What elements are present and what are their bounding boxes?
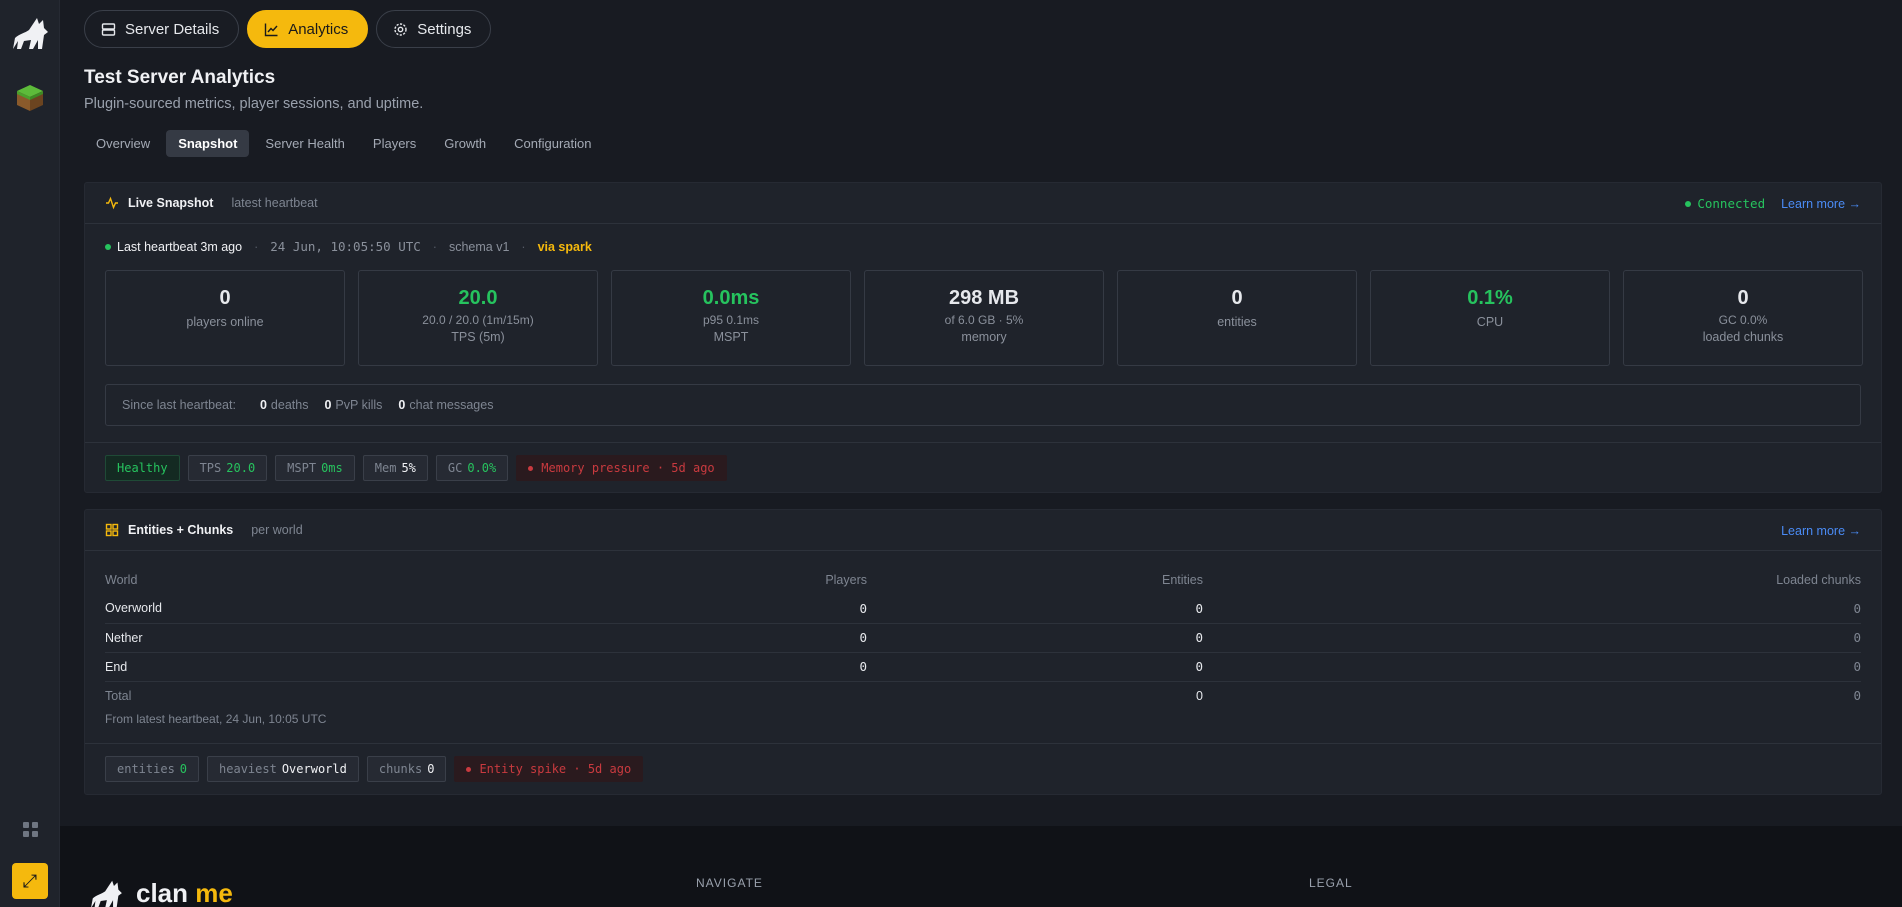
wolf-logo-icon	[91, 880, 122, 907]
panel-title: Entities + Chunks	[128, 523, 234, 537]
sidebar: ⤢	[0, 0, 60, 907]
expand-icon[interactable]: ⤢	[12, 863, 48, 899]
subtab-growth[interactable]: Growth	[432, 130, 498, 157]
source-badge: via spark	[537, 239, 592, 254]
chart-line-icon	[265, 23, 278, 36]
table-row: Nether 0 0 0	[105, 623, 1861, 653]
col-players: Players	[825, 573, 867, 587]
heartbeat-timestamp: 24 Jun, 10:05:50 UTC	[270, 239, 421, 254]
tab-settings[interactable]: Settings	[376, 10, 492, 48]
tab-label: Server Details	[125, 20, 220, 38]
top-tabs: Server Details Analytics Settings	[84, 10, 492, 48]
stat-players-online: 0 players online	[105, 270, 345, 366]
divider	[85, 743, 1881, 744]
footer: clan me NAVIGATE LEGAL	[60, 826, 1902, 907]
learn-more-link[interactable]: Learn more →	[1781, 197, 1861, 211]
stat-tps: 20.0 20.0 / 20.0 (1m/15m) TPS (5m)	[358, 270, 598, 366]
since-last-heartbeat: Since last heartbeat: 0 deaths 0 PvP kills…	[105, 384, 1861, 426]
table-row: End 0 0 0	[105, 652, 1861, 682]
tab-server-details[interactable]: Server Details	[84, 10, 240, 48]
chunks-pill: chunks 0	[366, 756, 447, 782]
stat-loaded-chunks: 0 GC 0.0% loaded chunks	[1623, 270, 1863, 366]
table-header-row: World Players Entities Loaded chunks	[105, 566, 1861, 594]
stat-cpu: 0.1% CPU	[1370, 270, 1610, 366]
footer-brand[interactable]: clan me	[84, 878, 233, 907]
learn-more-link[interactable]: Learn more →	[1781, 524, 1861, 538]
stat-cards: 0 players online 20.0 20.0 / 20.0 (1m/15…	[105, 270, 1863, 366]
heartbeat-text: Last heartbeat 3m ago	[117, 239, 243, 254]
grid-icon	[105, 523, 119, 537]
schema-version: schema v1	[448, 239, 510, 254]
tps-pill: TPS 20.0	[187, 455, 268, 481]
mem-pill: Mem 5%	[362, 455, 428, 481]
tab-label: Analytics	[288, 20, 349, 38]
alert-dot	[466, 766, 472, 772]
since-pvp-kills: 0 PvP kills	[324, 398, 383, 412]
col-loaded-chunks: Loaded chunks	[1776, 573, 1861, 587]
entity-pills: entities 0 heaviest Overworld chunks 0 Enti…	[105, 756, 644, 782]
worlds-table: World Players Entities Loaded chunks Ove…	[105, 566, 1861, 710]
alert-dot	[528, 465, 534, 471]
footer-legal-heading: LEGAL	[1309, 876, 1353, 890]
subtab-players[interactable]: Players	[361, 130, 428, 157]
server-icon	[101, 22, 116, 36]
grass-block-icon[interactable]	[15, 83, 45, 113]
panel-header: Live Snapshot latest heartbeat Connected…	[85, 183, 1881, 224]
tab-label: Settings	[417, 20, 472, 38]
analytics-subtabs: Overview Snapshot Server Health Players …	[84, 130, 604, 157]
entity-spike-alert[interactable]: Entity spike · 5d ago	[454, 756, 644, 782]
live-snapshot-panel: Live Snapshot latest heartbeat Connected…	[84, 182, 1882, 493]
table-row: Overworld 0 0 0	[105, 594, 1861, 624]
divider	[85, 442, 1881, 443]
stat-memory: 298 MB of 6.0 GB · 5% memory	[864, 270, 1104, 366]
panel-subtitle: per world	[251, 523, 303, 537]
page-title: Test Server Analytics	[84, 67, 276, 88]
health-pills: Healthy TPS 20.0 MSPT 0ms Mem 5% GC 0.0% Mem…	[105, 455, 727, 481]
stat-mspt: 0.0ms p95 0.1ms MSPT	[611, 270, 851, 366]
mspt-pill: MSPT 0ms	[275, 455, 355, 481]
table-total-row: Total 0 0	[105, 688, 1861, 704]
healthy-badge: Healthy	[105, 455, 180, 481]
subtab-snapshot[interactable]: Snapshot	[166, 130, 250, 157]
subtab-overview[interactable]: Overview	[84, 130, 162, 157]
heartbeat-dot	[105, 243, 111, 250]
since-chat-messages: 0 chat messages	[398, 398, 494, 412]
activity-icon	[106, 196, 118, 210]
tab-analytics[interactable]: Analytics	[247, 10, 369, 48]
gc-pill: GC 0.0%	[435, 455, 509, 481]
panel-subtitle: latest heartbeat	[231, 196, 318, 210]
entities-chunks-panel: Entities + Chunks per world Learn more →…	[84, 509, 1882, 795]
panel-title: Live Snapshot	[128, 196, 214, 210]
apps-grid-icon[interactable]	[23, 822, 38, 837]
status-dot	[1685, 200, 1692, 207]
table-footnote: From latest heartbeat, 24 Jun, 10:05 UTC	[105, 712, 327, 726]
since-deaths: 0 deaths	[259, 398, 309, 412]
col-world: World	[105, 573, 138, 587]
heartbeat-line: Last heartbeat 3m ago · 24 Jun, 10:05:50…	[105, 239, 592, 254]
heaviest-pill: heaviest Overworld	[207, 756, 359, 782]
wolf-logo-icon[interactable]	[11, 16, 49, 50]
gear-icon	[394, 22, 407, 36]
subtab-configuration[interactable]: Configuration	[502, 130, 603, 157]
entities-pill: entities 0	[105, 756, 200, 782]
page-subtitle: Plugin-sourced metrics, player sessions,…	[84, 96, 424, 112]
subtab-server-health[interactable]: Server Health	[253, 130, 356, 157]
since-label: Since last heartbeat:	[122, 398, 236, 412]
col-entities: Entities	[1162, 573, 1203, 587]
memory-pressure-alert[interactable]: Memory pressure · 5d ago	[516, 455, 727, 481]
footer-navigate-heading: NAVIGATE	[696, 876, 763, 890]
connection-status: Connected	[1685, 196, 1765, 211]
stat-entities: 0 entities	[1117, 270, 1357, 366]
panel-header: Entities + Chunks per world Learn more →	[85, 510, 1881, 551]
